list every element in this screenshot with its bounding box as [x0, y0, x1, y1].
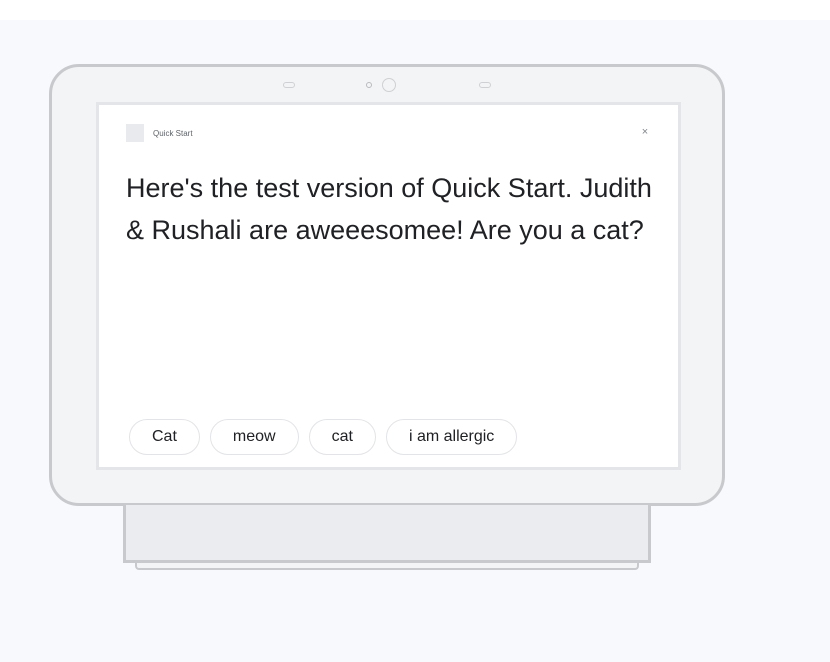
close-icon[interactable]: ×	[640, 127, 650, 138]
assistant-message: Here's the test version of Quick Start. …	[126, 173, 652, 245]
suggestion-chip-meow[interactable]: meow	[209, 419, 299, 455]
top-strip	[0, 0, 830, 20]
suggestion-chip-allergic[interactable]: i am allergic	[385, 419, 518, 455]
stage: Quick Start × Here's the test version of…	[0, 0, 830, 662]
smart-display-device: Quick Start × Here's the test version of…	[49, 64, 725, 506]
camera-icon	[382, 78, 396, 92]
device-screen: Quick Start × Here's the test version of…	[96, 102, 681, 470]
mic-dot-icon	[366, 82, 372, 88]
light-sensor-right-icon	[479, 82, 491, 88]
suggestion-chip-cat[interactable]: Cat	[129, 419, 200, 455]
device-stand	[123, 505, 651, 563]
light-sensor-left-icon	[283, 82, 295, 88]
suggestion-chips: Cat meow cat i am allergic	[129, 419, 518, 455]
app-name: Quick Start	[153, 129, 193, 138]
device-stand-base	[135, 563, 639, 570]
app-logo-icon	[126, 124, 144, 142]
suggestion-chip-cat-lowercase[interactable]: cat	[308, 419, 376, 455]
